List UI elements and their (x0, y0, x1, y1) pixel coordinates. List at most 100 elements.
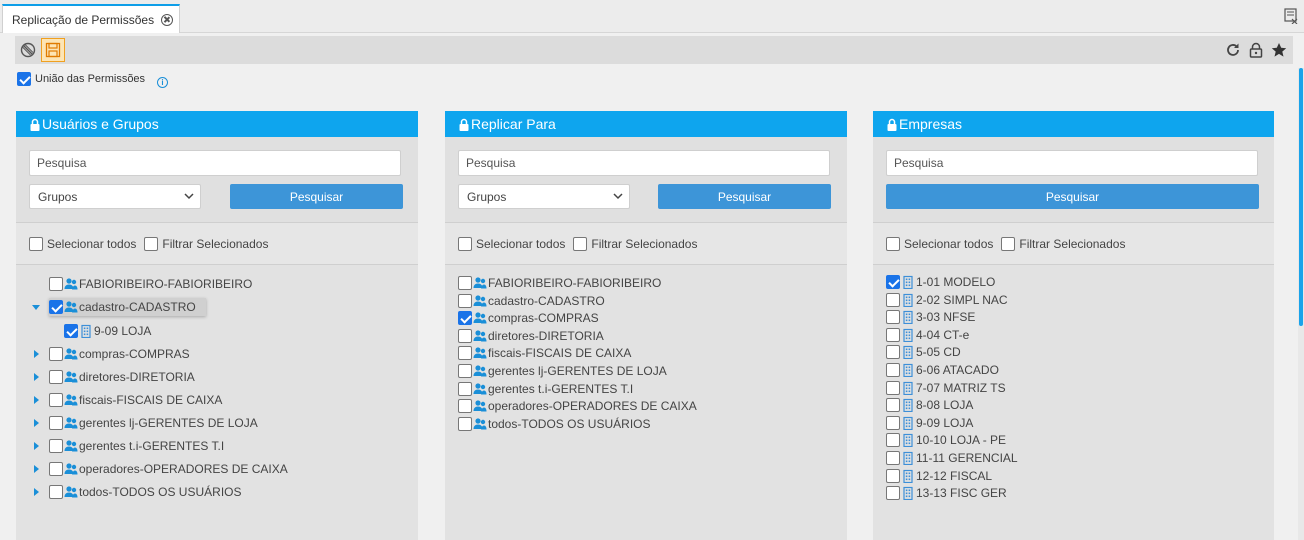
filter-selected-checkbox[interactable] (573, 236, 588, 251)
item-checkbox[interactable] (458, 346, 472, 361)
type-select[interactable]: Grupos (29, 184, 201, 209)
item-checkbox[interactable] (49, 416, 63, 430)
expand-right-icon[interactable] (34, 442, 39, 450)
item-checkbox[interactable] (886, 433, 900, 448)
select-all-checkbox[interactable] (29, 236, 43, 251)
tree-item[interactable]: FABIORIBEIRO-FABIORIBEIRO (49, 275, 252, 293)
filter-selected-option[interactable]: Filtrar Selecionados (573, 236, 697, 251)
tree-item[interactable]: 9-09 LOJA (886, 414, 973, 432)
tree-item[interactable]: cadastro-CADASTRO (49, 298, 206, 316)
search-button[interactable]: Pesquisar (230, 184, 403, 209)
item-checkbox[interactable] (49, 300, 63, 314)
tree-item[interactable]: compras-COMPRAS (458, 309, 599, 327)
tree-item[interactable]: 13-13 FISC GER (886, 484, 1007, 502)
save-button[interactable] (41, 38, 65, 62)
info-icon[interactable]: i (157, 77, 168, 88)
tree-item[interactable]: compras-COMPRAS (49, 345, 190, 363)
tree-item[interactable]: 11-11 GERENCIAL (886, 449, 1018, 467)
tree-item[interactable]: gerentes t.i-GERENTES T.I (49, 437, 224, 455)
item-checkbox[interactable] (64, 324, 78, 338)
tree-item[interactable]: gerentes lj-GERENTES DE LOJA (49, 414, 258, 432)
filter-selected-option[interactable]: Filtrar Selecionados (144, 236, 268, 251)
tree-item[interactable]: operadores-OPERADORES DE CAIXA (458, 397, 697, 415)
filter-selected-checkbox[interactable] (144, 236, 159, 251)
scrollbar-thumb[interactable] (1299, 68, 1303, 326)
search-button[interactable]: Pesquisar (658, 184, 831, 209)
select-all-checkbox[interactable] (458, 236, 472, 251)
tree-item[interactable]: 5-05 CD (886, 343, 961, 361)
item-checkbox[interactable] (49, 370, 63, 384)
item-checkbox[interactable] (49, 347, 63, 361)
tab-replicacao-permissoes[interactable]: Replicação de Permissões (2, 4, 180, 33)
search-input[interactable]: Pesquisa (886, 150, 1258, 176)
tree-item[interactable]: fiscais-FISCAIS DE CAIXA (49, 391, 222, 409)
filter-selected-option[interactable]: Filtrar Selecionados (1001, 236, 1125, 251)
item-checkbox[interactable] (458, 328, 472, 343)
item-checkbox[interactable] (458, 381, 472, 396)
expand-right-icon[interactable] (34, 465, 39, 473)
item-checkbox[interactable] (886, 292, 900, 307)
tree-item[interactable]: 12-12 FISCAL (886, 467, 992, 485)
item-checkbox[interactable] (886, 468, 900, 483)
tree-item[interactable]: diretores-DIRETORIA (458, 327, 604, 345)
tree-item[interactable]: todos-TODOS OS USUÁRIOS (458, 415, 651, 433)
select-all-option[interactable]: Selecionar todos (29, 236, 136, 251)
item-checkbox[interactable] (886, 415, 900, 430)
tree-item[interactable]: diretores-DIRETORIA (49, 368, 195, 386)
search-input[interactable]: Pesquisa (29, 150, 401, 176)
tree-item[interactable]: FABIORIBEIRO-FABIORIBEIRO (458, 274, 661, 292)
item-checkbox[interactable] (886, 380, 900, 395)
tree-item[interactable]: 1-01 MODELO (886, 273, 995, 291)
expand-right-icon[interactable] (34, 396, 39, 404)
item-checkbox[interactable] (886, 451, 900, 465)
expand-down-icon[interactable] (32, 305, 40, 310)
item-checkbox[interactable] (49, 277, 63, 291)
tree-item[interactable]: gerentes lj-GERENTES DE LOJA (458, 362, 667, 380)
tree-item[interactable]: 10-10 LOJA - PE (886, 431, 1006, 449)
item-checkbox[interactable] (49, 485, 63, 499)
filter-selected-checkbox[interactable] (1001, 236, 1016, 251)
tree-item[interactable]: operadores-OPERADORES DE CAIXA (49, 460, 288, 478)
expand-right-icon[interactable] (34, 419, 39, 427)
refresh-button[interactable] (1223, 40, 1243, 60)
tree-item[interactable]: 3-03 NFSE (886, 308, 975, 326)
tree-item[interactable]: cadastro-CADASTRO (458, 292, 605, 310)
item-checkbox[interactable] (886, 345, 900, 360)
select-all-option[interactable]: Selecionar todos (886, 236, 993, 251)
item-checkbox[interactable] (49, 439, 63, 453)
lock-button[interactable] (1246, 40, 1266, 60)
tree-item[interactable]: gerentes t.i-GERENTES T.I (458, 380, 633, 398)
item-checkbox[interactable] (458, 364, 472, 378)
tree-item[interactable]: 6-06 ATACADO (886, 361, 999, 379)
tree-item[interactable]: fiscais-FISCAIS DE CAIXA (458, 344, 631, 362)
select-all-option[interactable]: Selecionar todos (458, 236, 565, 251)
close-icon[interactable] (161, 13, 174, 26)
item-checkbox[interactable] (458, 399, 472, 414)
tree-item[interactable]: 2-02 SIMPL NAC (886, 291, 1008, 309)
item-checkbox[interactable] (49, 462, 63, 476)
item-checkbox[interactable] (886, 310, 900, 325)
cancel-button[interactable] (16, 38, 40, 62)
expand-right-icon[interactable] (34, 488, 39, 496)
search-input[interactable]: Pesquisa (458, 150, 830, 176)
item-checkbox[interactable] (886, 486, 900, 501)
page-scrollbar[interactable] (1298, 68, 1304, 540)
tree-item[interactable]: 4-04 CT-e (886, 326, 969, 344)
item-checkbox[interactable] (886, 275, 900, 289)
search-button[interactable]: Pesquisar (886, 184, 1259, 209)
tree-item[interactable]: 7-07 MATRIZ TS (886, 379, 1006, 397)
expand-right-icon[interactable] (34, 350, 39, 358)
favorite-button[interactable] (1269, 40, 1289, 60)
select-all-checkbox[interactable] (886, 236, 900, 251)
type-select[interactable]: Grupos (458, 184, 630, 209)
tree-item[interactable]: 9-09 LOJA (64, 322, 151, 340)
item-checkbox[interactable] (49, 393, 63, 407)
tree-item[interactable]: 8-08 LOJA (886, 396, 973, 414)
window-list-close-icon[interactable] (1284, 8, 1298, 24)
item-checkbox[interactable] (458, 416, 472, 431)
item-checkbox[interactable] (886, 363, 900, 377)
union-option[interactable]: União das Permissões (17, 72, 145, 86)
expand-right-icon[interactable] (34, 373, 39, 381)
union-checkbox[interactable] (17, 72, 31, 86)
item-checkbox[interactable] (458, 311, 472, 326)
